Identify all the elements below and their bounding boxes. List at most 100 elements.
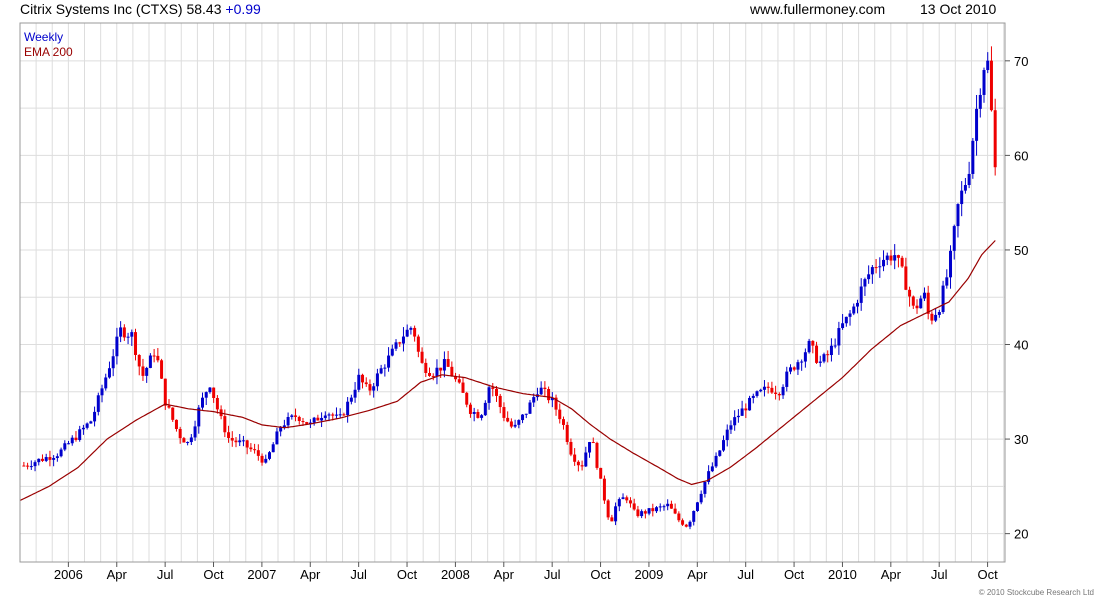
candle-body — [44, 457, 48, 461]
y-tick-label: 30 — [1014, 432, 1028, 447]
candle-body — [919, 298, 923, 309]
candle-body — [193, 426, 197, 438]
candle-body — [294, 415, 298, 417]
candle-body — [253, 449, 257, 451]
candle-body — [748, 397, 752, 411]
candle-body — [182, 438, 186, 443]
candle-body — [588, 442, 592, 453]
candle-body — [807, 340, 811, 353]
candle-body — [762, 386, 766, 390]
candle-body — [870, 267, 874, 275]
y-tick-label: 20 — [1014, 527, 1028, 542]
candle-body — [439, 367, 443, 371]
candle-body — [934, 314, 938, 321]
candle-body — [610, 517, 614, 522]
x-tick-label: 2010 — [828, 567, 857, 582]
candle-body — [178, 428, 182, 439]
candle-body — [643, 511, 647, 514]
candle-body — [662, 506, 666, 508]
candle-body — [115, 336, 119, 357]
candle-body — [431, 375, 435, 377]
x-tick-label: Jul — [544, 567, 561, 582]
candle-body — [249, 447, 253, 450]
candle-body — [543, 387, 547, 390]
candle-body — [844, 316, 848, 324]
candle-body — [822, 354, 826, 362]
candle-body — [134, 332, 138, 355]
candle-body — [93, 411, 97, 422]
candle-body — [788, 367, 792, 372]
candle-body — [628, 500, 632, 504]
candle-body — [558, 409, 562, 420]
candle-body — [171, 407, 175, 420]
candle-body — [532, 397, 536, 403]
candle-body — [599, 467, 603, 479]
candle-body — [837, 328, 841, 346]
x-tick-label: Jul — [737, 567, 754, 582]
candle-body — [878, 266, 882, 268]
candle-body — [297, 416, 301, 422]
candle-body — [480, 415, 484, 418]
candle-body — [658, 506, 662, 508]
candle-body — [993, 110, 997, 168]
candle-body — [78, 429, 82, 440]
copyright: © 2010 Stockcube Research Ltd — [978, 588, 1094, 597]
candle-body — [863, 279, 867, 287]
candle-body — [63, 443, 67, 450]
candle-body — [189, 437, 193, 443]
candle-body — [885, 255, 889, 260]
candle-body — [372, 386, 376, 391]
candle-body — [212, 387, 216, 399]
candle-body — [465, 392, 469, 405]
candle-body — [889, 255, 893, 261]
candle-body — [669, 503, 673, 509]
x-tick-label: Oct — [977, 567, 998, 582]
candle-body — [766, 386, 770, 388]
candle-body — [320, 417, 324, 421]
y-tick-label: 40 — [1014, 338, 1028, 353]
candle-body — [420, 351, 424, 363]
candle-body — [755, 391, 759, 396]
candle-body — [107, 368, 111, 378]
candle-body — [617, 499, 621, 507]
candle-body — [744, 408, 748, 411]
candle-body — [506, 417, 510, 422]
candle-body — [275, 431, 279, 445]
candle-body — [74, 437, 78, 440]
candle-body — [867, 274, 871, 280]
candle-body — [725, 429, 729, 441]
candle-body — [81, 427, 85, 430]
x-tick-label: Jul — [350, 567, 367, 582]
y-tick-label: 50 — [1014, 243, 1028, 258]
candle-body — [926, 292, 930, 314]
candle-body — [435, 367, 439, 377]
candle-body — [722, 440, 726, 451]
candle-body — [483, 402, 487, 416]
candle-body — [156, 355, 160, 361]
candle-body — [606, 500, 610, 518]
candle-body — [781, 386, 785, 396]
candle-body — [937, 312, 941, 315]
candle-body — [565, 424, 569, 442]
grid-lines — [19, 23, 1005, 562]
price-chart: 203040506070 2006 Apr Jul Oct 2007 Apr Jul Oct 2… — [19, 22, 1028, 582]
candle-body — [632, 503, 636, 510]
candle-body — [502, 407, 506, 418]
candle-body — [29, 466, 33, 468]
candle-body — [316, 417, 320, 421]
candle-body — [625, 497, 629, 501]
candle-body — [152, 355, 156, 357]
candle-body — [379, 368, 383, 374]
candle-body — [651, 508, 655, 512]
candle-body — [167, 405, 171, 408]
candle-body — [368, 384, 372, 391]
ema-line — [19, 240, 996, 502]
candle-body — [33, 462, 37, 467]
candle-body — [312, 417, 316, 423]
candle-body — [413, 327, 417, 337]
candle-body — [677, 513, 681, 521]
candle-body — [949, 250, 953, 278]
candle-body — [521, 414, 525, 421]
candle-body — [547, 389, 551, 401]
candle-body — [260, 455, 264, 463]
